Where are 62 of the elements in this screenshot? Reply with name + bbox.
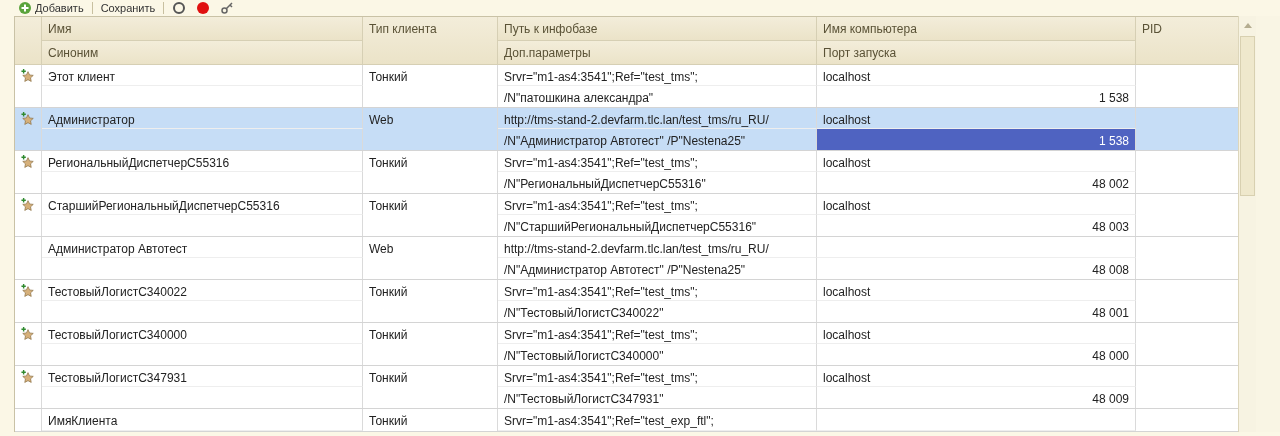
table-cell: Тонкий xyxy=(363,151,498,193)
table-cell: ТестовыйЛогистС340022 xyxy=(42,280,363,301)
column-header[interactable]: Порт запуска xyxy=(817,41,1136,65)
table-cell: localhost xyxy=(817,65,1136,86)
table-cell: Этот клиент xyxy=(42,65,363,86)
table-cell: /N"СтаршийРегиональныйДиспетчерС55316" xyxy=(498,215,817,236)
save-button[interactable]: Сохранить xyxy=(98,1,158,15)
add-icon xyxy=(18,1,32,15)
table-cell: Srvr="m1-as4:3541";Ref="test_tms"; xyxy=(498,280,817,301)
table-cell: Тонкий xyxy=(363,194,498,236)
table-cell: РегиональныйДиспетчерС55316 xyxy=(42,151,363,172)
table-cell: 48 009 xyxy=(817,387,1136,408)
table-cell: Srvr="m1-as4:3541";Ref="test_tms"; xyxy=(498,65,817,86)
table-cell: ТестовыйЛогистС340000 xyxy=(42,323,363,344)
table-cell: /N"ТестовыйЛогистС347931" xyxy=(498,387,817,408)
table-cell: /N"РегиональныйДиспетчерС55316" xyxy=(498,172,817,193)
table-cell: Администратор Автотест xyxy=(42,237,363,258)
table-cell: Тонкий xyxy=(363,409,498,431)
table-cell: /N"ТестовыйЛогистС340000" xyxy=(498,344,817,365)
column-header[interactable]: Путь к инфобазе xyxy=(498,17,817,41)
column-header[interactable]: PID xyxy=(1136,17,1239,65)
table-cell: Тонкий xyxy=(363,323,498,365)
column-header[interactable]: Имя xyxy=(42,17,363,41)
table-cell: Web xyxy=(363,237,498,279)
table-cell: localhost xyxy=(817,280,1136,301)
table-cell: /N"патошкина александра" xyxy=(498,86,817,107)
table-cell: 1 538 xyxy=(817,86,1136,107)
table-cell: Тонкий xyxy=(363,366,498,408)
table-cell: СтаршийРегиональныйДиспетчерС55316 xyxy=(42,194,363,215)
column-header[interactable]: Синоним xyxy=(42,41,363,65)
table-cell: /N"ТестовыйЛогистС340022" xyxy=(498,301,817,322)
scrollbar-thumb[interactable] xyxy=(1240,36,1255,196)
table-cell: 48 001 xyxy=(817,301,1136,322)
table-cell: Администратор xyxy=(42,108,363,129)
table-cell: Srvr="m1-as4:3541";Ref="test_tms"; xyxy=(498,194,817,215)
table-cell: localhost xyxy=(817,151,1136,172)
table-cell: localhost xyxy=(817,323,1136,344)
table-cell: 48 003 xyxy=(817,215,1136,236)
scrollbar[interactable] xyxy=(1238,16,1256,432)
table-cell: Web xyxy=(363,108,498,150)
table-cell: localhost xyxy=(817,194,1136,215)
table-cell: Srvr="m1-as4:3541";Ref="test_tms"; xyxy=(498,366,817,387)
table-cell: 48 000 xyxy=(817,344,1136,365)
table-cell: http://tms-stand-2.devfarm.tlc.lan/test_tms/ru_RU/ xyxy=(498,108,817,129)
table-cell: 48 002 xyxy=(817,172,1136,193)
table-cell: /N"Администратор Автотест" /P"Nestena25" xyxy=(498,258,817,279)
column-header[interactable]: Имя компьютера xyxy=(817,17,1136,41)
table-cell: 48 008 xyxy=(817,258,1136,279)
add-button[interactable]: Добавить xyxy=(16,1,86,15)
table-cell: ИмяКлиента xyxy=(42,409,363,431)
table-cell: Тонкий xyxy=(363,280,498,322)
table-cell: Srvr="m1-as4:3541";Ref="test_tms"; xyxy=(498,323,817,344)
table-cell: 1 538 xyxy=(817,129,1136,150)
table-cell: Тонкий xyxy=(363,65,498,107)
table-cell: localhost xyxy=(817,366,1136,387)
column-header[interactable]: Тип клиента xyxy=(363,17,498,65)
table-cell: ТестовыйЛогистС347931 xyxy=(42,366,363,387)
table-cell: Srvr="m1-as4:3541";Ref="test_tms"; xyxy=(498,151,817,172)
column-header[interactable]: Доп.параметры xyxy=(498,41,817,65)
table-cell: http://tms-stand-2.devfarm.tlc.lan/test_tms/ru_RU/ xyxy=(498,237,817,258)
table-cell: Srvr="m1-as4:3541";Ref="test_exp_ftl"; xyxy=(498,409,817,431)
header-corner xyxy=(15,17,42,65)
